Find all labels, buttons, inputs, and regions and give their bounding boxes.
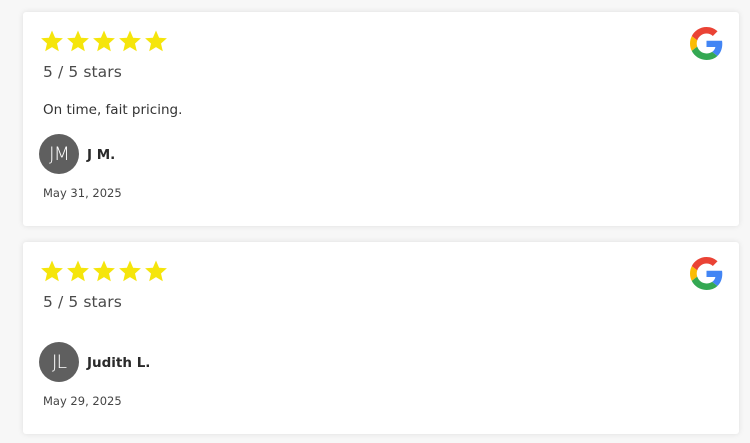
review-text: On time, fait pricing. — [43, 102, 183, 118]
star-icon — [67, 260, 89, 282]
review-date: May 31, 2025 — [43, 186, 122, 200]
star-icon — [41, 30, 63, 52]
star-rating — [40, 29, 168, 53]
star-icon — [67, 30, 89, 52]
star-icon — [119, 30, 141, 52]
google-icon — [690, 27, 723, 60]
star-rating — [40, 259, 168, 283]
avatar: JL — [39, 342, 79, 382]
star-icon — [145, 30, 167, 52]
rating-text: 5 / 5 stars — [43, 63, 122, 81]
reviewer-name: Judith L. — [87, 355, 151, 371]
review-card: 5 / 5 stars On time, fait pricing. JM J … — [23, 12, 739, 226]
reviews-list: 5 / 5 stars On time, fait pricing. JM J … — [0, 0, 750, 443]
star-icon — [145, 260, 167, 282]
star-icon — [41, 260, 63, 282]
rating-text: 5 / 5 stars — [43, 293, 122, 311]
google-icon — [690, 257, 723, 290]
star-icon — [119, 260, 141, 282]
review-date: May 29, 2025 — [43, 394, 122, 408]
review-card: 5 / 5 stars JL Judith L. May 29, 2025 — [23, 242, 739, 434]
star-icon — [93, 260, 115, 282]
reviewer-name: J M. — [87, 147, 116, 163]
avatar: JM — [39, 134, 79, 174]
star-icon — [93, 30, 115, 52]
